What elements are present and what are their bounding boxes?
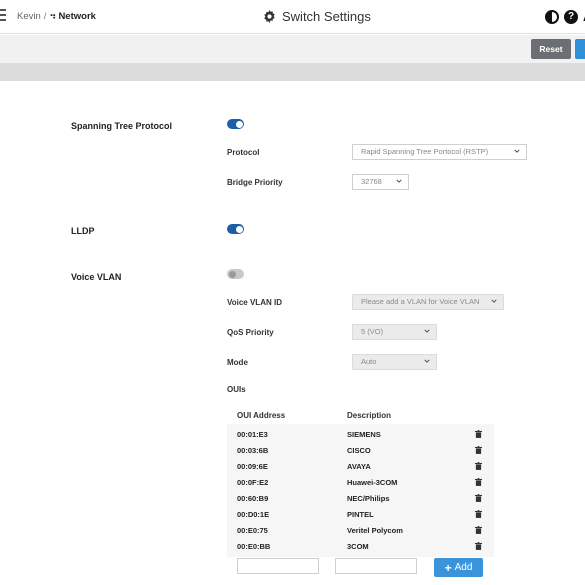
table-row: 00:03:6B CISCO <box>227 442 494 458</box>
mode-select[interactable]: Auto <box>352 354 437 370</box>
table-row: 00:60:B9 NEC/Philips <box>227 490 494 506</box>
voice-vlan-label: Voice VLAN <box>71 272 122 282</box>
oui-table: 00:01:E3 SIEMENS 00:03:6B CISCO 00:09:6E… <box>227 424 494 557</box>
network-icon: ⠲ <box>49 11 57 21</box>
chevron-down-icon <box>514 149 520 153</box>
lldp-label: LLDP <box>71 226 95 236</box>
trash-icon[interactable] <box>475 494 482 502</box>
oui-address: 00:E0:BB <box>237 542 271 551</box>
reset-button[interactable]: Reset <box>531 39 571 59</box>
mode-label: Mode <box>227 358 248 367</box>
table-row: 00:E0:75 Veritel Polycom <box>227 522 494 538</box>
action-bar: Reset <box>0 35 585 63</box>
page-title: Switch Settings <box>263 9 371 24</box>
oui-address-header: OUI Address <box>237 411 286 420</box>
voice-vlan-toggle[interactable] <box>227 269 244 279</box>
oui-description: Huawei-3COM <box>347 478 398 487</box>
trash-icon[interactable] <box>475 510 482 518</box>
table-row: 00:D0:1E PINTEL <box>227 506 494 522</box>
breadcrumb: Kevin / ⠲ Network <box>17 11 96 22</box>
chevron-down-icon <box>491 299 497 303</box>
contrast-icon[interactable] <box>545 9 559 24</box>
trash-icon[interactable] <box>475 446 482 454</box>
ouis-label: OUIs <box>227 385 246 394</box>
breadcrumb-network[interactable]: ⠲ Network <box>49 11 96 22</box>
oui-description: NEC/Philips <box>347 494 390 503</box>
add-oui-label: Add <box>454 562 473 573</box>
table-row: 00:01:E3 SIEMENS <box>227 426 494 442</box>
chevron-down-icon <box>396 179 402 183</box>
oui-address: 00:60:B9 <box>237 494 269 503</box>
oui-address: 00:01:E3 <box>237 430 268 439</box>
oui-address: 00:E0:75 <box>237 526 268 535</box>
voice-vlan-id-select[interactable]: Please add a VLAN for Voice VLAN <box>352 294 504 310</box>
add-oui-button[interactable]: + Add <box>434 558 483 577</box>
protocol-label: Protocol <box>227 148 260 157</box>
plus-icon: + <box>444 560 452 575</box>
stp-label: Spanning Tree Protocol <box>71 121 173 131</box>
chevron-down-icon <box>424 329 430 333</box>
protocol-value: Rapid Spanning Tree Portocol (RSTP) <box>361 147 489 156</box>
trash-icon[interactable] <box>475 478 482 486</box>
oui-description: PINTEL <box>347 510 374 519</box>
trash-icon[interactable] <box>475 430 482 438</box>
oui-description: SIEMENS <box>347 430 381 439</box>
table-row: 00:0F:E2 Huawei-3COM <box>227 474 494 490</box>
oui-address: 00:0F:E2 <box>237 478 269 487</box>
voice-vlan-id-label: Voice VLAN ID <box>227 298 282 307</box>
lldp-toggle[interactable] <box>227 224 244 234</box>
help-icon[interactable]: ? <box>564 9 578 24</box>
bridge-priority-label: Bridge Priority <box>227 178 283 187</box>
qos-priority-value: 5 (VO) <box>361 327 384 336</box>
top-actions: ? A <box>545 9 585 24</box>
trash-icon[interactable] <box>475 526 482 534</box>
top-bar: Kevin/⠲Network Switch Settings ? A <box>0 0 585 34</box>
oui-description: AVAYA <box>347 462 371 471</box>
new-oui-description-input[interactable] <box>335 558 417 574</box>
gear-icon <box>264 10 275 23</box>
mode-value: Auto <box>361 357 377 366</box>
table-row: 00:09:6E AVAYA <box>227 458 494 474</box>
menu-icon[interactable] <box>0 9 8 23</box>
bridge-priority-select[interactable]: 32768 <box>352 174 409 190</box>
trash-icon[interactable] <box>475 462 482 470</box>
page-title-text: Switch Settings <box>282 9 371 24</box>
breadcrumb-user[interactable]: Kevin <box>17 11 41 22</box>
oui-description: CISCO <box>347 446 371 455</box>
oui-address: 00:09:6E <box>237 462 268 471</box>
breadcrumb-network-label: Network <box>58 11 96 22</box>
new-oui-address-input[interactable] <box>237 558 319 574</box>
voice-vlan-id-placeholder: Please add a VLAN for Voice VLAN <box>361 297 480 306</box>
oui-address: 00:03:6B <box>237 446 269 455</box>
oui-description: Veritel Polycom <box>347 526 403 535</box>
oui-description-header: Description <box>347 411 392 420</box>
trash-icon[interactable] <box>475 542 482 550</box>
qos-priority-select[interactable]: 5 (VO) <box>352 324 437 340</box>
protocol-select[interactable]: Rapid Spanning Tree Portocol (RSTP) <box>352 144 527 160</box>
chevron-down-icon <box>424 359 430 363</box>
qos-priority-label: QoS Priority <box>227 328 274 337</box>
oui-address: 00:D0:1E <box>237 510 270 519</box>
oui-description: 3COM <box>347 542 369 551</box>
stp-toggle[interactable] <box>227 119 244 129</box>
breadcrumb-separator: / <box>43 11 47 22</box>
table-row: 00:E0:BB 3COM <box>227 538 494 554</box>
bridge-priority-value: 32768 <box>361 177 382 186</box>
save-button[interactable] <box>575 39 585 59</box>
sub-bar <box>0 63 585 81</box>
